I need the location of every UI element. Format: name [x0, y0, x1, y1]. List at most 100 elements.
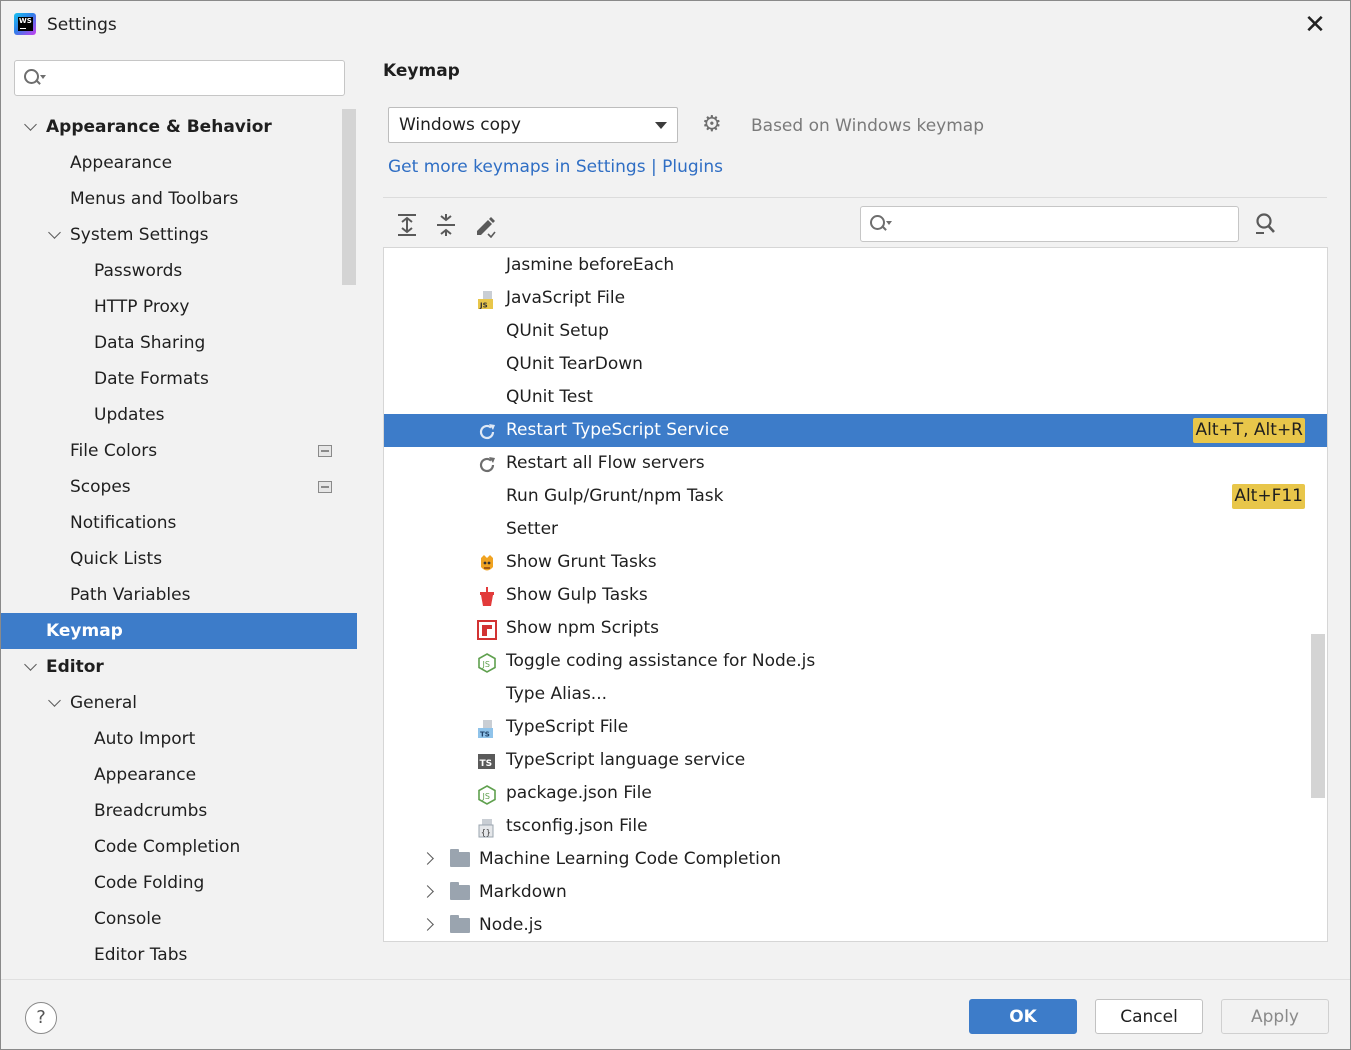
- action-row[interactable]: Setter: [384, 513, 1327, 546]
- apply-button[interactable]: Apply: [1221, 999, 1329, 1034]
- sidebar-item-code-folding[interactable]: Code Folding: [1, 865, 357, 901]
- action-row[interactable]: JS Toggle coding assistance for Node.js: [384, 645, 1327, 678]
- sidebar-item-editor[interactable]: Editor: [1, 649, 357, 685]
- action-list-scrollbar[interactable]: [1311, 634, 1325, 798]
- settings-sidebar: Appearance & Behavior Appearance Menus and…: [1, 49, 357, 979]
- plugins-link[interactable]: Plugins: [662, 157, 723, 177]
- sidebar-item-keymap[interactable]: Keymap: [1, 613, 357, 649]
- action-label: Show npm Scripts: [506, 618, 659, 638]
- search-icon: [24, 69, 46, 89]
- sidebar-item-label: Editor Tabs: [94, 945, 188, 965]
- action-list: Jasmine beforeEach JS JavaScript File QUnit…: [383, 247, 1328, 942]
- help-button[interactable]: ?: [25, 1002, 57, 1034]
- expand-all-icon[interactable]: [395, 212, 419, 238]
- action-row[interactable]: Show Gulp Tasks: [384, 579, 1327, 612]
- action-row[interactable]: JS JavaScript File: [384, 282, 1327, 315]
- action-label: Restart all Flow servers: [506, 453, 705, 473]
- chevron-down-icon[interactable]: [47, 685, 63, 721]
- sidebar-item-label: Breadcrumbs: [94, 801, 208, 821]
- ts-file-icon: TS: [477, 718, 497, 739]
- sidebar-item-auto-import[interactable]: Auto Import: [1, 721, 357, 757]
- ok-button[interactable]: OK: [969, 999, 1077, 1034]
- sidebar-item-label: Quick Lists: [70, 549, 163, 569]
- chevron-down-icon: [655, 122, 667, 129]
- sidebar-item-label: Appearance: [70, 153, 173, 173]
- sidebar-item-file-colors[interactable]: File Colors: [1, 433, 357, 469]
- edit-shortcut-icon[interactable]: [473, 212, 497, 238]
- sidebar-item-path-variables[interactable]: Path Variables: [1, 577, 357, 613]
- settings-search-input[interactable]: [14, 60, 345, 96]
- action-group-row[interactable]: Markdown: [384, 876, 1327, 909]
- sidebar-item-editor-tabs[interactable]: Editor Tabs: [1, 937, 357, 973]
- sidebar-item-label: System Settings: [70, 225, 209, 245]
- action-row[interactable]: Jasmine beforeEach: [384, 249, 1327, 282]
- action-row[interactable]: Show npm Scripts: [384, 612, 1327, 645]
- sidebar-item-updates[interactable]: Updates: [1, 397, 357, 433]
- sidebar-item-http-proxy[interactable]: HTTP Proxy: [1, 289, 357, 325]
- settings-link[interactable]: Get more keymaps in Settings: [388, 157, 646, 177]
- gear-icon[interactable]: ⚙: [702, 114, 724, 136]
- close-icon[interactable]: ✕: [1301, 11, 1329, 39]
- sidebar-item-date-formats[interactable]: Date Formats: [1, 361, 357, 397]
- action-row[interactable]: QUnit Test: [384, 381, 1327, 414]
- sidebar-item-menus-and-toolbars[interactable]: Menus and Toolbars: [1, 181, 357, 217]
- sidebar-item-general[interactable]: General: [1, 685, 357, 721]
- svg-text:TS: TS: [480, 731, 490, 739]
- action-row[interactable]: Run Gulp/Grunt/npm Task Alt+F11: [384, 480, 1327, 513]
- folder-icon: [450, 915, 470, 933]
- sidebar-item-console[interactable]: Console: [1, 901, 357, 937]
- sidebar-item-appearance[interactable]: Appearance: [1, 145, 357, 181]
- action-label: Node.js: [479, 915, 543, 935]
- action-group-row[interactable]: Node.js: [384, 909, 1327, 941]
- action-row[interactable]: Show Grunt Tasks: [384, 546, 1327, 579]
- action-row[interactable]: {} tsconfig.json File: [384, 810, 1327, 843]
- action-row[interactable]: TS TypeScript File: [384, 711, 1327, 744]
- sidebar-item-passwords[interactable]: Passwords: [1, 253, 357, 289]
- keymap-dropdown[interactable]: Windows copy: [388, 107, 678, 143]
- shortcut-badge: Alt+T, Alt+R: [1193, 418, 1305, 443]
- project-level-icon: [318, 481, 332, 493]
- sidebar-item-system-settings[interactable]: System Settings: [1, 217, 357, 253]
- project-level-icon: [318, 445, 332, 457]
- sidebar-item-code-completion[interactable]: Code Completion: [1, 829, 357, 865]
- gulp-icon: [477, 586, 497, 606]
- action-row[interactable]: JS package.json File: [384, 777, 1327, 810]
- action-label: Restart TypeScript Service: [506, 420, 730, 440]
- sidebar-item-appearance[interactable]: Appearance: [1, 757, 357, 793]
- page-title: Keymap: [383, 61, 460, 81]
- sidebar-item-notifications[interactable]: Notifications: [1, 505, 357, 541]
- chevron-right-icon[interactable]: [422, 909, 438, 941]
- find-by-shortcut-icon[interactable]: [1254, 212, 1278, 236]
- action-row[interactable]: QUnit Setup: [384, 315, 1327, 348]
- action-group-row[interactable]: Machine Learning Code Completion: [384, 843, 1327, 876]
- action-row[interactable]: Restart TypeScript Service Alt+T, Alt+R: [384, 414, 1327, 447]
- action-row[interactable]: Restart all Flow servers: [384, 447, 1327, 480]
- chevron-right-icon[interactable]: [422, 843, 438, 876]
- sidebar-item-label: Auto Import: [94, 729, 196, 749]
- action-label: Run Gulp/Grunt/npm Task: [506, 486, 724, 506]
- svg-text:JS: JS: [479, 302, 488, 310]
- collapse-all-icon[interactable]: [434, 212, 458, 238]
- sidebar-item-data-sharing[interactable]: Data Sharing: [1, 325, 357, 361]
- sidebar-item-label: Path Variables: [70, 585, 191, 605]
- chevron-right-icon[interactable]: [422, 876, 438, 909]
- sidebar-item-quick-lists[interactable]: Quick Lists: [1, 541, 357, 577]
- nodejs-icon: JS: [477, 784, 497, 805]
- chevron-down-icon[interactable]: [23, 109, 39, 145]
- action-row[interactable]: TS TypeScript language service: [384, 744, 1327, 777]
- action-row[interactable]: QUnit TearDown: [384, 348, 1327, 381]
- sidebar-item-breadcrumbs[interactable]: Breadcrumbs: [1, 793, 357, 829]
- cancel-button[interactable]: Cancel: [1095, 999, 1203, 1034]
- tsconfig-icon: {}: [477, 817, 497, 838]
- action-row[interactable]: Type Alias...: [384, 678, 1327, 711]
- sidebar-item-appearance-behavior[interactable]: Appearance & Behavior: [1, 109, 357, 145]
- folder-icon: [450, 849, 470, 867]
- window-title: Settings: [47, 15, 117, 35]
- chevron-down-icon[interactable]: [47, 217, 63, 253]
- npm-icon: [477, 619, 497, 640]
- action-search-input[interactable]: [860, 206, 1239, 242]
- folder-icon: [450, 882, 470, 900]
- sidebar-item-scopes[interactable]: Scopes: [1, 469, 357, 505]
- chevron-down-icon[interactable]: [23, 649, 39, 685]
- action-label: Type Alias...: [506, 684, 608, 704]
